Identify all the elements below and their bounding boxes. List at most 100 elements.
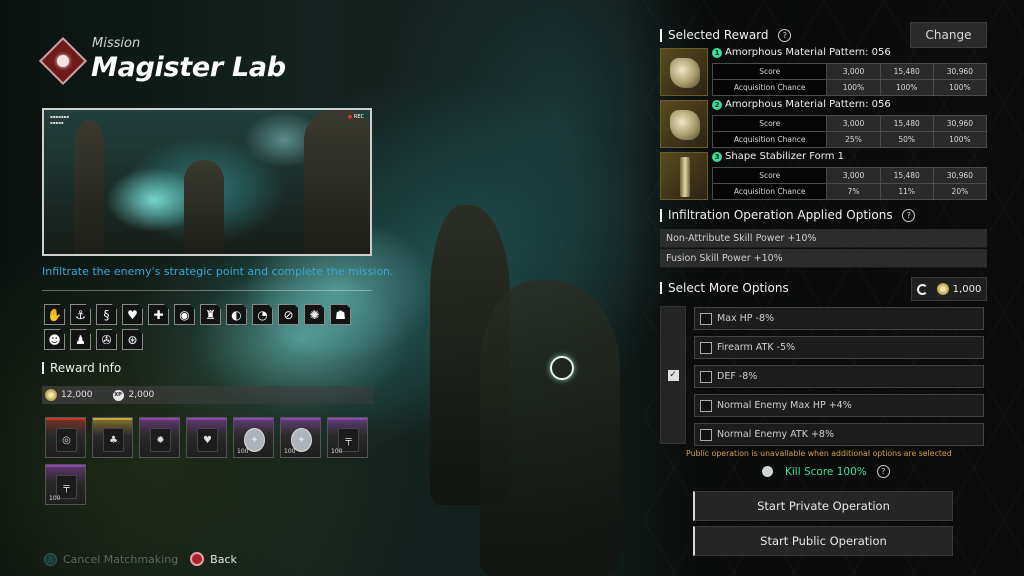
start-public-operation-button[interactable]: Start Public Operation	[693, 526, 953, 556]
score-label: Score	[711, 63, 828, 80]
divider	[42, 290, 372, 291]
reward-qty: 100	[237, 448, 249, 455]
chance-value: 11%	[879, 183, 934, 200]
change-button[interactable]: Change	[910, 22, 987, 48]
option-cost: 1,000	[911, 277, 987, 301]
refresh-icon	[916, 283, 928, 295]
chance-value: 20%	[932, 183, 988, 200]
rank-badge: 1	[712, 47, 722, 58]
score-row: Score 3,000 15,480 30,960	[711, 63, 988, 80]
chance-label: Acquisition Chance	[711, 131, 828, 148]
shield-hand-modifier-icon[interactable]: ✋	[44, 304, 65, 325]
gold-coin-icon	[936, 283, 949, 295]
checkbox-icon: ✓	[667, 369, 679, 381]
score-value: 30,960	[932, 115, 988, 132]
beacon-modifier-icon[interactable]: ♜	[200, 304, 221, 325]
reward-items: ◎ ♣ ✹ ♥ ✦ 100 ✦ 100 ╤ 100 ╤ 100	[45, 417, 375, 505]
score-value: 15,480	[879, 63, 934, 80]
frame-corner	[364, 110, 370, 116]
score-value: 30,960	[932, 167, 988, 184]
mission-description: Infiltrate the enemy's strategic point a…	[42, 265, 394, 278]
option-row[interactable]: Normal Enemy Max HP +4%	[694, 394, 984, 417]
help-icon[interactable]: ?	[902, 209, 916, 222]
medkit-modifier-icon[interactable]: ✚	[148, 304, 169, 325]
sparkle-modifier-icon[interactable]: ✺	[304, 304, 325, 325]
select-more-options-title: Select More Options	[660, 282, 789, 294]
chance-value: 100%	[932, 131, 988, 148]
cursor-icon	[550, 356, 574, 380]
help-icon[interactable]: ?	[778, 29, 792, 42]
back-button[interactable]: Back	[210, 553, 237, 566]
reward-name-label: Amorphous Material Pattern: 056	[725, 99, 891, 110]
anchor-modifier-icon[interactable]: ⚓	[70, 304, 91, 325]
preview-hud-text: ▪▪▪▪▪▪▪ ▪▪▪▪▪	[50, 114, 69, 125]
circle-button-icon	[190, 552, 205, 566]
radiation-modifier-icon[interactable]: ✇	[96, 329, 117, 350]
reward-item-rifle[interactable]: ╤ 100	[327, 417, 368, 458]
option-row[interactable]: Firearm ATK -5%	[694, 336, 984, 359]
option-label: Max HP -8%	[717, 313, 775, 324]
chance-label: Acquisition Chance	[711, 79, 828, 96]
option-checkbox[interactable]	[700, 428, 712, 441]
reward-item-crystal-blue[interactable]: ✦ 100	[233, 417, 274, 458]
gold-coin-icon	[45, 389, 57, 401]
option-row[interactable]: Max HP -8%	[694, 307, 984, 330]
score-value: 3,000	[826, 167, 881, 184]
reward-item-crystal-green[interactable]: ✦ 100	[280, 417, 321, 458]
reward-item-red-module[interactable]: ◎	[45, 417, 86, 458]
reward-item-shotgun[interactable]: ╤ 100	[45, 464, 86, 505]
red-module-icon: ◎	[56, 428, 77, 452]
score-label: Score	[711, 167, 828, 184]
reward-qty: 100	[331, 448, 343, 455]
no-entry-modifier-icon[interactable]: ⊘	[278, 304, 299, 325]
target-ring-modifier-icon[interactable]: ◉	[174, 304, 195, 325]
reward-item-gold-module[interactable]: ♣	[92, 417, 133, 458]
chance-value: 25%	[826, 131, 881, 148]
option-checkbox[interactable]	[700, 370, 712, 383]
option-checkbox[interactable]	[700, 399, 712, 412]
reward-qty: 100	[49, 495, 61, 502]
reward-info-title: Reward Info	[42, 362, 121, 374]
score-value: 3,000	[826, 63, 881, 80]
chance-row: Acquisition Chance 25% 50% 100%	[711, 131, 988, 148]
cancel-matchmaking-button[interactable]: Cancel Matchmaking	[63, 553, 178, 566]
applied-option: Non-Attribute Skill Power +10%	[660, 229, 987, 248]
option-row[interactable]: DEF -8%	[694, 365, 984, 388]
heart-splash-modifier-icon[interactable]: ♥	[122, 304, 143, 325]
planet-modifier-icon[interactable]: ◐	[226, 304, 247, 325]
gold-module-icon: ♣	[103, 428, 124, 452]
reward-item-purple-module-heart[interactable]: ♥	[186, 417, 227, 458]
option-label: Firearm ATK -5%	[717, 342, 796, 353]
reward-thumbnail	[660, 100, 708, 148]
preview-rock	[304, 110, 370, 254]
option-checkbox[interactable]	[700, 341, 712, 354]
mission-preview: ▪▪▪▪▪▪▪▪▪▪▪▪ REC	[42, 108, 372, 256]
searching-eye-modifier-icon[interactable]: ◔	[252, 304, 273, 325]
serpent-modifier-icon[interactable]: §	[96, 304, 117, 325]
option-label: DEF -8%	[717, 371, 758, 382]
figures-modifier-icon[interactable]: ♟	[70, 329, 91, 350]
chance-row: Acquisition Chance 100% 100% 100%	[711, 79, 988, 96]
score-table: Score 3,000 15,480 30,960 Acquisition Chance…	[711, 115, 988, 148]
selected-reward-title: Selected Reward ?	[660, 29, 792, 42]
select-all-toggle[interactable]: ✓	[660, 306, 686, 444]
chance-value: 7%	[826, 183, 881, 200]
applied-option: Fusion Skill Power +10%	[660, 249, 987, 268]
start-private-operation-button[interactable]: Start Private Operation	[693, 491, 953, 521]
frame-corner	[44, 248, 50, 254]
reward-item-purple-module-gear[interactable]: ✹	[139, 417, 180, 458]
score-table: Score 3,000 15,480 30,960 Acquisition Chance…	[711, 167, 988, 200]
option-row[interactable]: Normal Enemy ATK +8%	[694, 423, 984, 446]
material-icon	[670, 110, 700, 140]
purple-module-heart-icon: ♥	[197, 428, 218, 452]
option-checkbox[interactable]	[700, 312, 712, 325]
reward-name: 3 Shape Stabilizer Form 1	[712, 151, 844, 162]
mask-modifier-icon[interactable]: ☻	[44, 329, 65, 350]
score-value: 15,480	[879, 115, 934, 132]
xp-icon: XP	[112, 389, 124, 401]
preview-rock	[74, 120, 104, 254]
nuclear-modifier-icon[interactable]: ⊛	[122, 329, 143, 350]
crowd-modifier-icon[interactable]: ☗	[330, 304, 351, 325]
score-value: 30,960	[932, 63, 988, 80]
help-icon[interactable]: ?	[876, 465, 890, 478]
